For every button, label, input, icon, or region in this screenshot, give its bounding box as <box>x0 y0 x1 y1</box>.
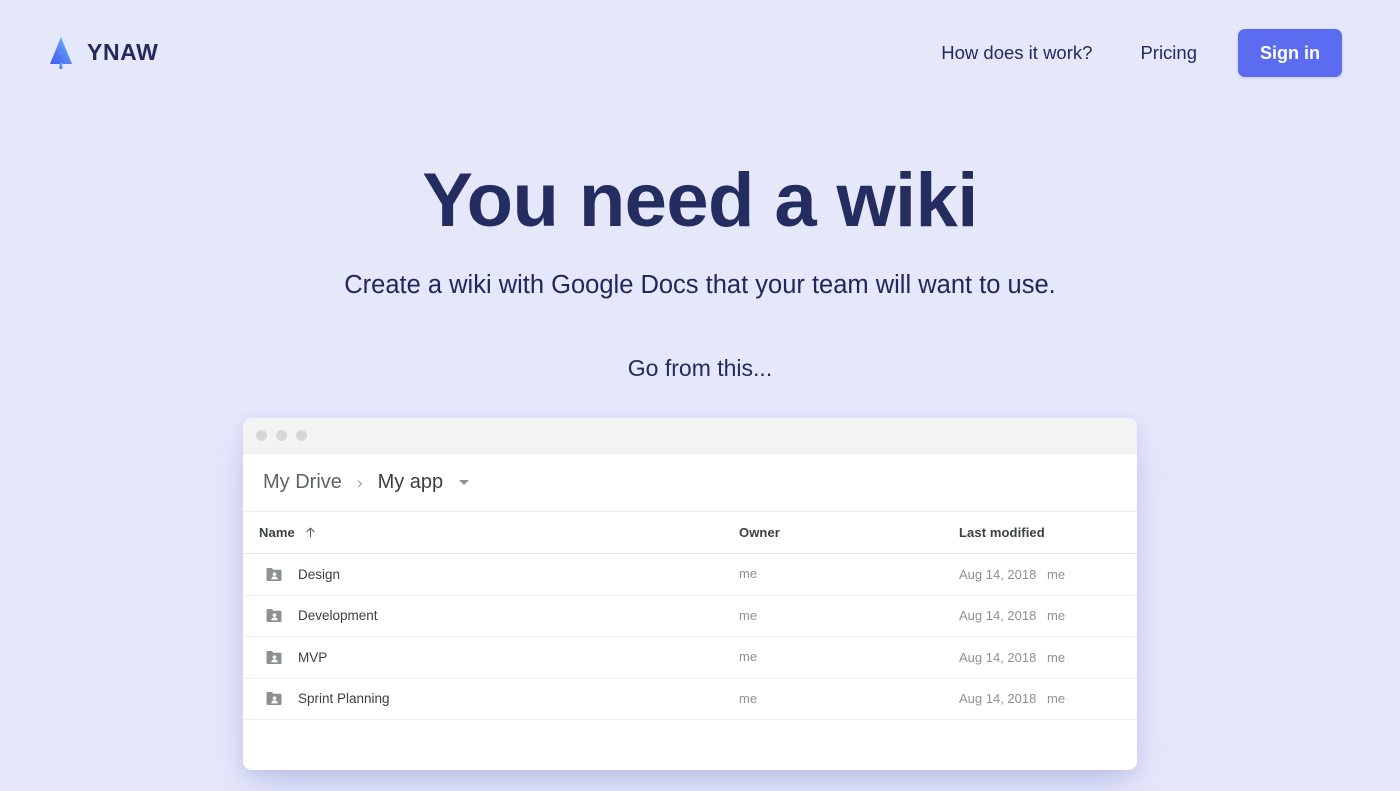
chevron-down-icon[interactable] <box>459 480 470 485</box>
window-close-dot-icon[interactable] <box>256 430 267 441</box>
column-header-name[interactable]: Name <box>259 525 739 540</box>
row-owner-label: me <box>739 607 758 623</box>
row-owner-label: me <box>739 649 758 665</box>
row-modified-by: me <box>1046 691 1066 707</box>
nav-link-how-it-works[interactable]: How does it work? <box>931 34 1102 72</box>
row-modified-cell: Aug 14, 2018 me <box>959 567 1121 582</box>
table-body: Design me Aug 14, 2018 me Development me… <box>243 554 1137 720</box>
hero-subtitle: Create a wiki with Google Docs that your… <box>344 271 1056 300</box>
row-modified-date: Aug 14, 2018 <box>959 608 1037 624</box>
main-nav: How does it work? Pricing Sign in <box>931 28 1342 77</box>
brand-name: YNAW <box>87 39 159 65</box>
row-modified-by: me <box>1046 566 1066 582</box>
page-title: You need a wiki <box>422 158 978 243</box>
drive-window-mockup: My Drive › My app Name Owner Last modifi… <box>243 418 1137 770</box>
column-header-owner[interactable]: Owner <box>739 524 959 542</box>
breadcrumb-current-folder[interactable]: My app <box>374 469 448 496</box>
breadcrumb-separator-icon: › <box>356 473 363 492</box>
row-name-label: Sprint Planning <box>298 691 390 707</box>
row-modified-cell: Aug 14, 2018 me <box>959 608 1121 623</box>
row-owner-cell: me <box>739 565 959 583</box>
row-modified-by: me <box>1046 608 1066 624</box>
column-header-modified-label: Last modified <box>959 524 1045 540</box>
window-titlebar <box>243 418 1137 454</box>
sign-in-button[interactable]: Sign in <box>1238 28 1342 77</box>
row-modified-cell: Aug 14, 2018 me <box>959 650 1121 665</box>
column-header-owner-label: Owner <box>739 524 780 540</box>
row-name-cell: Development <box>259 606 739 625</box>
brand-logo[interactable]: YNAW <box>40 30 166 76</box>
table-header-row: Name Owner Last modified <box>243 512 1137 554</box>
table-row[interactable]: Design me Aug 14, 2018 me <box>243 554 1137 596</box>
row-modified-date: Aug 14, 2018 <box>959 649 1037 665</box>
table-row[interactable]: MVP me Aug 14, 2018 me <box>243 637 1137 679</box>
row-name-label: Design <box>298 566 341 582</box>
shared-folder-icon <box>259 648 298 667</box>
pine-tree-logo-icon <box>48 36 74 70</box>
hero-section: You need a wiki Create a wiki with Googl… <box>0 158 1400 382</box>
breadcrumb-my-drive[interactable]: My Drive <box>259 469 346 496</box>
table-row[interactable]: Development me Aug 14, 2018 me <box>243 596 1137 637</box>
site-header: YNAW How does it work? Pricing Sign in <box>0 0 1400 105</box>
row-owner-cell: me <box>739 690 959 708</box>
table-row[interactable]: Sprint Planning me Aug 14, 2018 me <box>243 679 1137 720</box>
window-minimize-dot-icon[interactable] <box>276 430 287 441</box>
row-name-cell: Design <box>259 565 739 584</box>
row-modified-by: me <box>1046 649 1066 665</box>
row-modified-date: Aug 14, 2018 <box>959 691 1037 707</box>
row-modified-date: Aug 14, 2018 <box>959 566 1037 582</box>
row-owner-label: me <box>739 690 758 706</box>
row-name-label: MVP <box>298 649 328 665</box>
row-owner-label: me <box>739 566 758 582</box>
row-name-label: Development <box>298 608 378 624</box>
row-name-cell: MVP <box>259 648 739 667</box>
column-header-modified[interactable]: Last modified <box>959 524 1121 542</box>
row-modified-cell: Aug 14, 2018 me <box>959 691 1121 706</box>
shared-folder-icon <box>259 689 298 708</box>
row-owner-cell: me <box>739 607 959 625</box>
shared-folder-icon <box>259 606 298 625</box>
row-name-cell: Sprint Planning <box>259 689 739 708</box>
table-empty-space <box>243 720 1137 770</box>
breadcrumb: My Drive › My app <box>243 454 1137 512</box>
row-owner-cell: me <box>739 648 959 666</box>
shared-folder-icon <box>259 565 298 584</box>
window-maximize-dot-icon[interactable] <box>296 430 307 441</box>
column-header-name-label: Name <box>259 525 295 540</box>
sort-arrow-up-icon[interactable] <box>304 526 317 539</box>
landing-page: YNAW How does it work? Pricing Sign in Y… <box>0 0 1400 791</box>
hero-kicker: Go from this... <box>627 354 773 381</box>
nav-link-pricing[interactable]: Pricing <box>1130 34 1207 72</box>
